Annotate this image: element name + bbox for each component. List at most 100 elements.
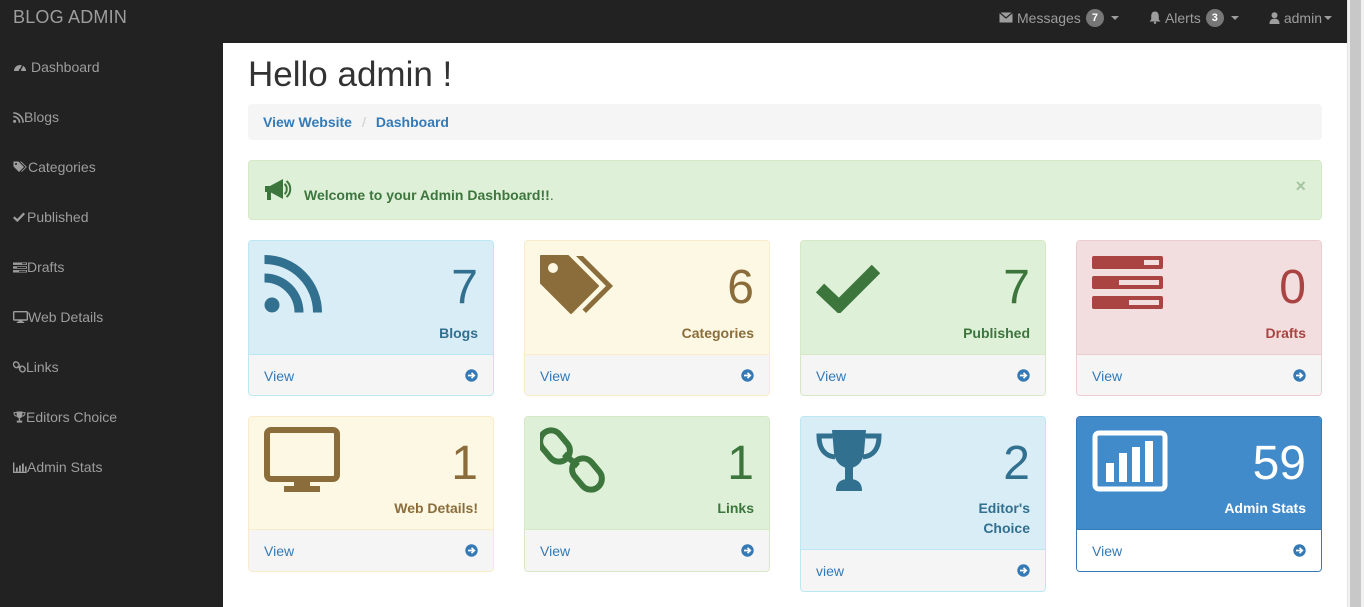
panel-count: 7 bbox=[1003, 261, 1030, 314]
panel-count: 6 bbox=[727, 261, 754, 314]
user-icon bbox=[1269, 11, 1280, 24]
sidebar-item-label: Links bbox=[26, 359, 59, 375]
panel-heading: 0 Drafts bbox=[1077, 241, 1321, 355]
panel-count: 1 bbox=[451, 437, 478, 490]
panel-footer[interactable]: View bbox=[249, 355, 493, 395]
arrow-circle-right-icon bbox=[741, 544, 754, 557]
check-icon bbox=[13, 212, 25, 222]
arrow-circle-right-icon bbox=[465, 369, 478, 382]
panel-heading: 7 Published bbox=[801, 241, 1045, 355]
page-title: Hello admin ! bbox=[248, 55, 453, 94]
megaphone-icon bbox=[265, 179, 292, 200]
sidebar-item-label: Blogs bbox=[24, 109, 60, 125]
view-blogs-link[interactable]: View bbox=[264, 368, 294, 384]
panel-footer[interactable]: View bbox=[801, 355, 1045, 395]
sidebar-item-published[interactable]: Published bbox=[13, 207, 89, 227]
breadcrumb-dashboard[interactable]: Dashboard bbox=[376, 114, 449, 130]
sidebar-item-label: Dashboard bbox=[31, 59, 100, 75]
desktop-icon bbox=[264, 427, 340, 492]
panel-footer[interactable]: View bbox=[1077, 530, 1321, 571]
panel-label: Links bbox=[717, 500, 754, 516]
alert-close-button[interactable]: × bbox=[1295, 176, 1306, 197]
chevron-down-icon bbox=[1324, 15, 1332, 20]
categories-panel: 6 Categories View bbox=[524, 240, 770, 396]
rss-icon bbox=[264, 255, 322, 313]
messages-label: Messages bbox=[1017, 9, 1081, 26]
chevron-down-icon bbox=[1230, 15, 1239, 20]
arrow-circle-right-icon bbox=[465, 544, 478, 557]
breadcrumb: View Website / Dashboard bbox=[248, 104, 1322, 140]
panel-label: Categories bbox=[681, 325, 754, 341]
panel-heading: 1 Links bbox=[525, 417, 769, 530]
panel-label: Admin Stats bbox=[1224, 500, 1306, 516]
link-icon bbox=[540, 427, 605, 493]
user-dropdown[interactable]: admin bbox=[1269, 10, 1332, 26]
user-label: admin bbox=[1283, 9, 1322, 26]
alert-message-text: Welcome to your Admin Dashboard!! bbox=[304, 187, 550, 203]
panel-label: Blogs bbox=[439, 325, 478, 341]
messages-dropdown[interactable]: Messages 7 bbox=[999, 8, 1119, 27]
panel-footer[interactable]: View bbox=[525, 355, 769, 395]
view-editors-choice-link[interactable]: view bbox=[816, 563, 844, 579]
welcome-alert: Welcome to your Admin Dashboard!!. × bbox=[248, 160, 1322, 220]
view-admin-stats-link[interactable]: View bbox=[1092, 543, 1122, 559]
sidebar-item-blogs[interactable]: Blogs bbox=[13, 107, 59, 127]
panel-count: 1 bbox=[727, 437, 754, 490]
alerts-badge: 3 bbox=[1205, 8, 1224, 27]
view-drafts-link[interactable]: View bbox=[1092, 368, 1122, 384]
sidebar-item-editors-choice[interactable]: Editors Choice bbox=[13, 407, 117, 427]
panel-footer[interactable]: View bbox=[525, 530, 769, 571]
alerts-label: Alerts bbox=[1164, 9, 1201, 26]
view-published-link[interactable]: View bbox=[816, 368, 846, 384]
web-details-panel: 1 Web Details! View bbox=[248, 416, 494, 572]
sidebar-item-dashboard[interactable]: Dashboard bbox=[13, 57, 100, 77]
sidebar-item-links[interactable]: Links bbox=[13, 357, 59, 377]
sidebar-item-web-details[interactable]: Web Details bbox=[13, 307, 103, 327]
bell-icon bbox=[1149, 11, 1161, 24]
admin-stats-panel: 59 Admin Stats View bbox=[1076, 416, 1322, 572]
panel-label: Published bbox=[963, 325, 1030, 341]
bar-chart-icon bbox=[1092, 430, 1168, 492]
sidebar-item-label: Published bbox=[27, 209, 89, 225]
scrollbar-thumb[interactable] bbox=[1350, 0, 1361, 607]
sidebar-item-label: Drafts bbox=[27, 259, 65, 275]
arrow-circle-right-icon bbox=[741, 369, 754, 382]
sidebar: Dashboard Blogs Categories Published Dra… bbox=[0, 43, 223, 607]
panel-heading: 1 Web Details! bbox=[249, 417, 493, 530]
top-navbar: BLOG ADMIN Messages 7 Alerts 3 admin bbox=[0, 0, 1364, 43]
panel-count: 0 bbox=[1279, 261, 1306, 314]
sidebar-item-admin-stats[interactable]: Admin Stats bbox=[13, 457, 102, 477]
view-web-details-link[interactable]: View bbox=[264, 543, 294, 559]
sidebar-item-categories[interactable]: Categories bbox=[13, 157, 96, 177]
breadcrumb-separator: / bbox=[361, 114, 366, 130]
panel-footer[interactable]: View bbox=[249, 530, 493, 571]
chevron-down-icon bbox=[1110, 15, 1119, 20]
tags-icon bbox=[540, 255, 613, 314]
breadcrumb-view-website[interactable]: View Website bbox=[263, 114, 352, 130]
arrow-circle-right-icon bbox=[1293, 369, 1306, 382]
view-categories-link[interactable]: View bbox=[540, 368, 570, 384]
panel-footer[interactable]: View bbox=[1077, 355, 1321, 395]
alert-message-suffix: . bbox=[549, 187, 554, 203]
panel-heading: 6 Categories bbox=[525, 241, 769, 355]
top-nav: Messages 7 Alerts 3 admin bbox=[969, 0, 1332, 35]
panel-label: Drafts bbox=[1265, 325, 1306, 341]
trophy-icon bbox=[13, 411, 26, 423]
main-content: Hello admin ! View Website / Dashboard W… bbox=[223, 43, 1347, 607]
brand-title[interactable]: BLOG ADMIN bbox=[13, 7, 127, 28]
arrow-circle-right-icon bbox=[1017, 369, 1030, 382]
panel-label-line1: Editor's bbox=[978, 500, 1030, 516]
check-icon bbox=[816, 264, 880, 313]
desktop-icon bbox=[13, 311, 28, 323]
drafts-panel: 0 Drafts View bbox=[1076, 240, 1322, 396]
link-icon bbox=[13, 361, 26, 373]
panel-label: Web Details! bbox=[394, 500, 478, 516]
sidebar-item-drafts[interactable]: Drafts bbox=[13, 257, 64, 277]
panel-footer[interactable]: view bbox=[801, 550, 1045, 591]
messages-badge: 7 bbox=[1085, 8, 1104, 27]
panel-count: 59 bbox=[1252, 437, 1306, 490]
sidebar-item-label: Web Details bbox=[28, 309, 104, 325]
alerts-dropdown[interactable]: Alerts 3 bbox=[1149, 8, 1239, 27]
view-links-link[interactable]: View bbox=[540, 543, 570, 559]
panel-label-line2: Choice bbox=[983, 520, 1030, 536]
